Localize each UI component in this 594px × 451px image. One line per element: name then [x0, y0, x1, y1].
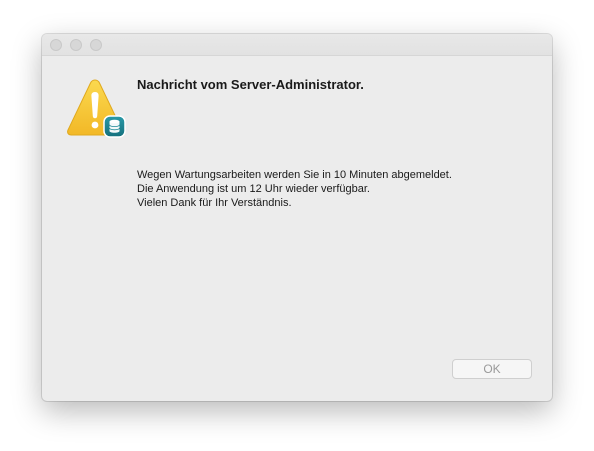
title-bar	[42, 34, 552, 56]
minimize-window-button[interactable]	[70, 39, 82, 51]
message-line: Die Anwendung ist um 12 Uhr wieder verfü…	[137, 183, 370, 195]
dialog-title: Nachricht vom Server-Administrator.	[137, 77, 364, 92]
message-line: Vielen Dank für Ihr Verständnis.	[137, 197, 292, 209]
warning-icon	[66, 78, 128, 138]
close-window-button[interactable]	[50, 39, 62, 51]
database-badge-icon	[103, 115, 126, 138]
alert-dialog-window: Nachricht vom Server-Administrator. Wege…	[42, 34, 552, 401]
ok-button[interactable]: OK	[452, 359, 532, 379]
dialog-message: Wegen Wartungsarbeiten werden Sie in 10 …	[137, 168, 452, 210]
message-line: Wegen Wartungsarbeiten werden Sie in 10 …	[137, 169, 452, 181]
zoom-window-button[interactable]	[90, 39, 102, 51]
